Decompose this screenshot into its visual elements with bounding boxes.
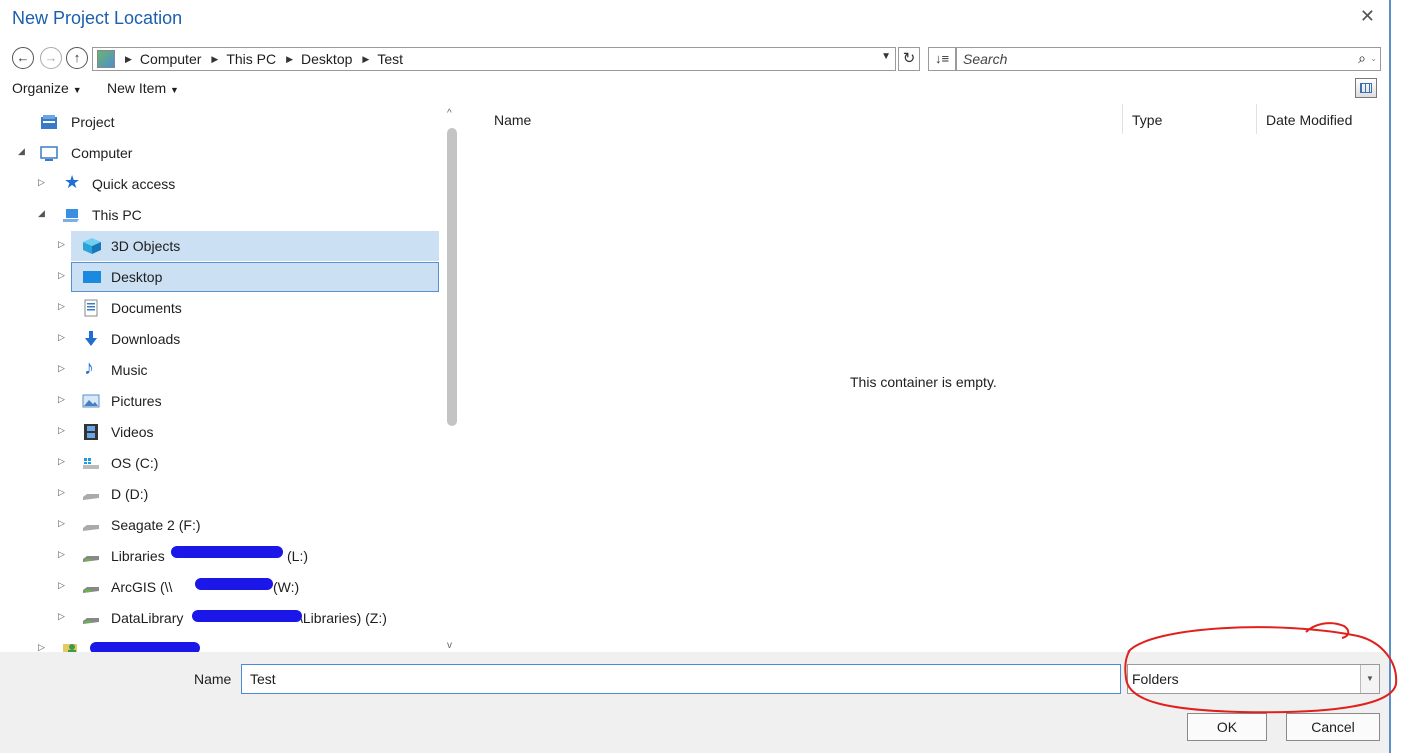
expand-arrow-icon[interactable]: ▷ <box>58 270 65 281</box>
up-folder-icon[interactable]: ↑ <box>66 47 88 69</box>
column-header-date-modified[interactable]: Date Modified <box>1266 112 1352 128</box>
organize-menu[interactable]: Organize ▼ <box>12 80 82 96</box>
back-icon[interactable]: ← <box>12 47 34 69</box>
documents-icon <box>84 299 98 317</box>
expand-arrow-icon[interactable]: ▷ <box>58 332 65 343</box>
search-input[interactable]: Search <box>963 51 1007 67</box>
breadcrumb-computer[interactable]: Computer <box>140 51 201 67</box>
expand-arrow-icon[interactable]: ▷ <box>58 301 65 312</box>
redaction-mark <box>171 546 283 558</box>
expand-arrow-icon[interactable]: ▷ <box>38 177 45 188</box>
network-drive-icon <box>83 556 99 562</box>
close-icon[interactable]: ✕ <box>1360 6 1375 27</box>
expand-arrow-icon[interactable]: ▷ <box>58 611 65 622</box>
tree-item-d-drive[interactable]: ▷ D (D:) <box>0 479 440 509</box>
tree-item-desktop[interactable]: Desktop <box>71 262 439 292</box>
sort-icon[interactable]: ↓≡ <box>928 47 956 71</box>
scroll-up-icon[interactable]: ^ <box>447 108 452 119</box>
breadcrumb-this-pc[interactable]: This PC <box>226 51 276 67</box>
expand-arrow-icon[interactable]: ▷ <box>58 456 65 467</box>
desktop-icon <box>83 271 101 283</box>
dialog-title: New Project Location <box>12 8 183 28</box>
toolbar: Organize ▼ New Item ▼ <box>0 78 1389 102</box>
drive-icon <box>83 494 99 500</box>
breadcrumb-test[interactable]: Test <box>377 51 403 67</box>
location-icon <box>97 50 115 68</box>
address-bar[interactable]: ▶ Computer ▶ This PC ▶ Desktop ▶ Test ▼ <box>92 47 896 71</box>
tree-item-downloads[interactable]: ▷ Downloads <box>0 324 440 354</box>
download-arrow-icon <box>85 331 97 346</box>
tree-item-os-c[interactable]: ▷ OS (C:) <box>0 448 440 478</box>
tree-item-this-pc[interactable]: ◢ This PC <box>0 200 440 230</box>
background-window-edge <box>1389 0 1401 753</box>
expand-arrow-icon[interactable]: ▷ <box>58 580 65 591</box>
address-dropdown-icon[interactable]: ▼ <box>881 51 891 62</box>
expand-arrow-icon[interactable]: ▷ <box>58 487 65 498</box>
tree-item-quick-access[interactable]: ▷ ★ Quick access <box>0 169 440 199</box>
network-drive-icon <box>83 587 99 593</box>
expand-arrow-icon[interactable]: ▷ <box>58 549 65 560</box>
collapse-arrow-icon[interactable]: ◢ <box>18 146 25 157</box>
search-icon[interactable]: ⌕ <box>1358 50 1366 67</box>
expand-arrow-icon[interactable]: ▷ <box>58 425 65 436</box>
expand-arrow-icon[interactable]: ▷ <box>58 394 65 405</box>
empty-message: This container is empty. <box>850 374 997 390</box>
forward-icon[interactable]: → <box>40 47 62 69</box>
expand-arrow-icon[interactable]: ▷ <box>58 363 65 374</box>
collapse-arrow-icon[interactable]: ◢ <box>38 208 45 219</box>
name-label: Name <box>194 671 232 687</box>
pictures-icon <box>82 394 100 408</box>
scrollbar-thumb[interactable] <box>447 128 457 426</box>
ok-button[interactable]: OK <box>1187 713 1267 741</box>
computer-icon <box>40 146 58 161</box>
breadcrumb-desktop[interactable]: Desktop <box>301 51 352 67</box>
star-icon: ★ <box>64 172 81 192</box>
3d-objects-icon <box>83 238 101 254</box>
cancel-button[interactable]: Cancel <box>1286 713 1380 741</box>
redaction-mark <box>195 578 273 590</box>
tree-item-3d-objects[interactable]: 3D Objects <box>71 231 439 261</box>
drive-icon <box>83 525 99 531</box>
navigation-tree: Project ◢ Computer ▷ ★ Quick access ◢ Th… <box>0 104 468 654</box>
tree-item-computer[interactable]: ◢ Computer <box>0 138 440 168</box>
tree-item-videos[interactable]: ▷ Videos <box>0 417 440 447</box>
system-drive-icon <box>83 458 99 469</box>
search-dropdown-icon[interactable]: ⌄ <box>1370 54 1377 63</box>
file-list: Name Type Date Modified This container i… <box>470 104 1380 652</box>
expand-arrow-icon[interactable]: ▷ <box>58 518 65 529</box>
column-header-name[interactable]: Name <box>494 112 531 128</box>
name-field[interactable]: Test <box>241 664 1121 694</box>
view-mode-icon[interactable] <box>1355 78 1377 98</box>
tree-item-documents[interactable]: ▷ Documents <box>0 293 440 323</box>
chevron-down-icon[interactable]: ▼ <box>1360 665 1379 693</box>
new-item-menu[interactable]: New Item ▼ <box>107 80 179 96</box>
network-drive-icon <box>83 618 99 624</box>
scroll-down-icon[interactable]: v <box>447 640 452 651</box>
laptop-icon <box>63 209 79 222</box>
navigation-bar: ← → ↑ ▶ Computer ▶ This PC ▶ Desktop ▶ Test … <box>0 44 1389 74</box>
type-filter-select[interactable]: Folders ▼ <box>1127 664 1380 694</box>
music-note-icon: ♪ <box>84 357 94 379</box>
footer: Name Test Folders ▼ OK Cancel <box>0 652 1389 753</box>
title-bar: New Project Location ✕ <box>0 0 1389 38</box>
tree-item-music[interactable]: ▷ ♪ Music <box>0 355 440 385</box>
redaction-mark <box>192 610 302 622</box>
tree-item-seagate[interactable]: ▷ Seagate 2 (F:) <box>0 510 440 540</box>
tree-item-project[interactable]: Project <box>0 107 440 137</box>
project-icon <box>41 115 57 129</box>
column-header-type[interactable]: Type <box>1132 112 1162 128</box>
refresh-icon[interactable]: ↻ <box>898 47 920 71</box>
film-icon <box>84 424 98 440</box>
breadcrumb: ▶ Computer ▶ This PC ▶ Desktop ▶ Test <box>125 51 403 67</box>
search-box[interactable]: Search ⌕ ⌄ <box>956 47 1381 71</box>
tree-item-pictures[interactable]: ▷ Pictures <box>0 386 440 416</box>
new-project-location-dialog: New Project Location ✕ ← → ↑ ▶ Computer ▶… <box>0 0 1389 753</box>
expand-arrow-icon[interactable]: ▷ <box>58 239 65 250</box>
tree-item-user[interactable]: ▷ <box>0 634 440 654</box>
